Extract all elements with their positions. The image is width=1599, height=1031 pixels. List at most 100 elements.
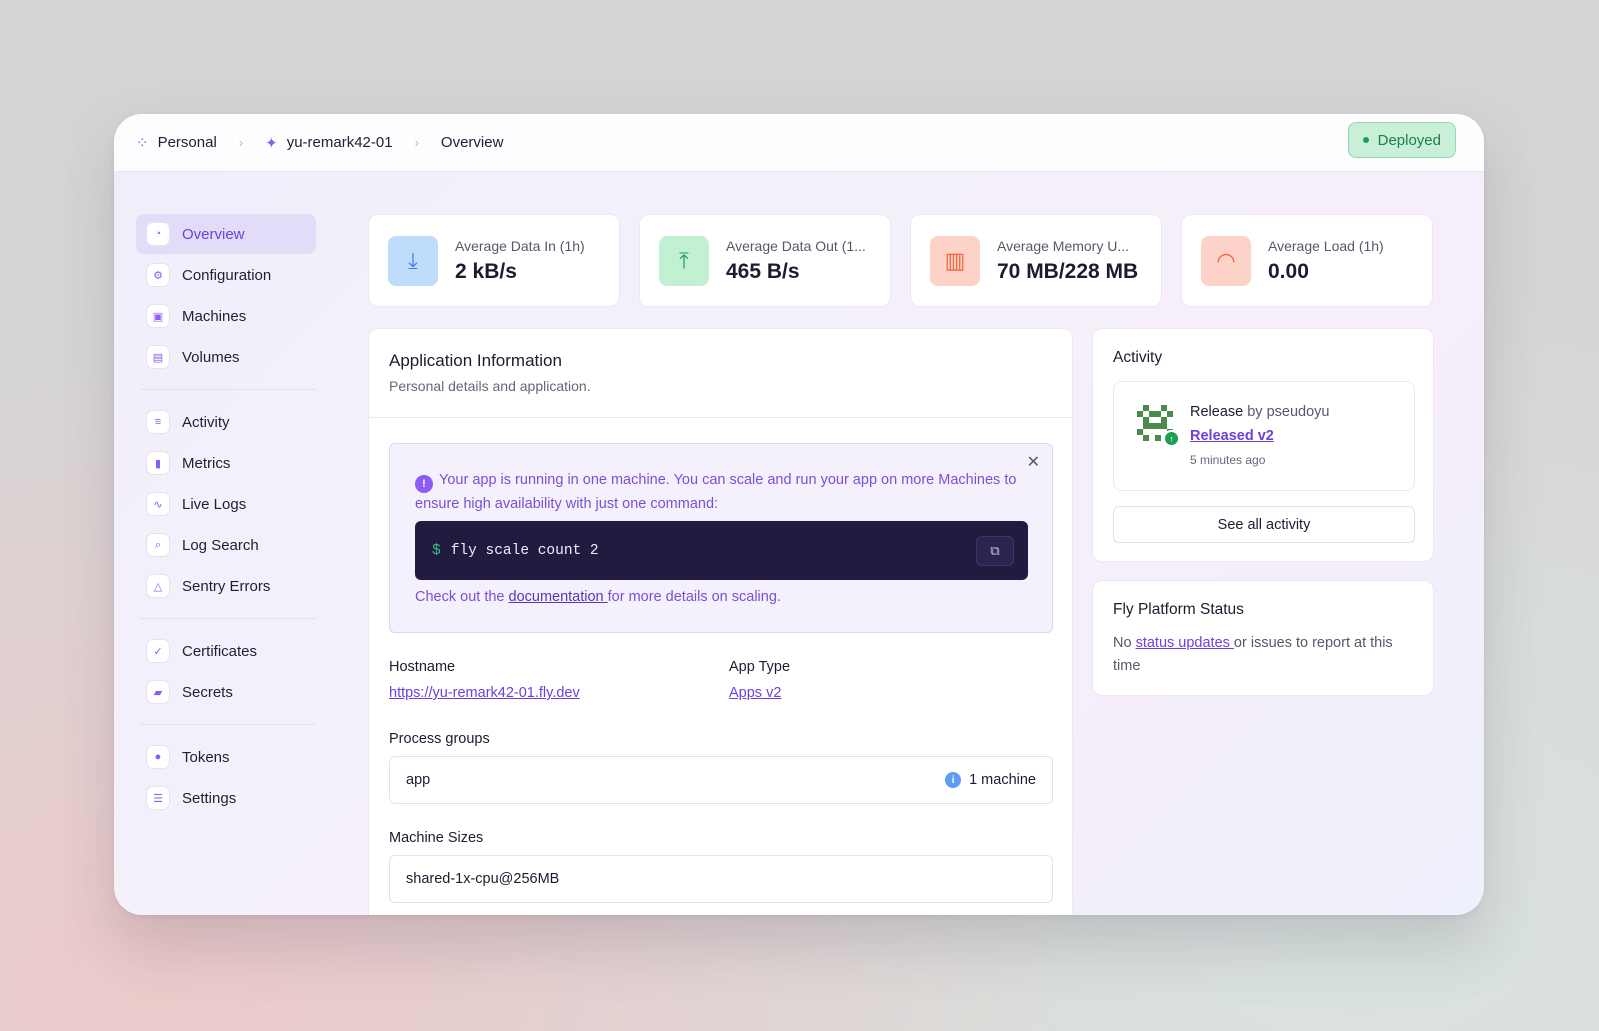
notice-message: Your app is running in one machine. You … bbox=[415, 472, 1017, 512]
sidebar-item-configuration[interactable]: ⚙ Configuration bbox=[136, 255, 316, 295]
org-dots-icon: ⁘ bbox=[136, 134, 149, 152]
sidebar-item-secrets[interactable]: ▰ Secrets bbox=[136, 672, 316, 712]
sidebar-item-sentry-errors[interactable]: △ Sentry Errors bbox=[136, 566, 316, 606]
status-updates-link[interactable]: status updates bbox=[1136, 635, 1234, 651]
overview-icon: ◔ bbox=[146, 222, 170, 246]
documentation-link[interactable]: documentation bbox=[509, 589, 608, 605]
release-item: ↑ Release by pseudoyu Released v2 5 minu… bbox=[1113, 381, 1415, 491]
notice-footer-after: for more details on scaling. bbox=[607, 589, 781, 605]
command-block: $ fly scale count 2 ⧉ bbox=[415, 521, 1028, 580]
hostname-link[interactable]: https://yu-remark42-01.fly.dev bbox=[389, 685, 580, 701]
stat-text: Average Data Out (1... 465 B/s bbox=[726, 238, 886, 284]
stat-text: Average Data In (1h) 2 kB/s bbox=[455, 238, 615, 284]
process-group-row: app i 1 machine bbox=[389, 756, 1053, 804]
search-icon: ⌕ bbox=[146, 533, 170, 557]
avatar: ↑ bbox=[1137, 405, 1180, 447]
process-group-count: i 1 machine bbox=[945, 772, 1036, 788]
gauge-icon: ◠ bbox=[1201, 235, 1251, 286]
status-badge-label: Deployed bbox=[1377, 131, 1441, 149]
stat-text: Average Load (1h) 0.00 bbox=[1268, 238, 1428, 284]
machine-size-value: shared-1x-cpu@256MB bbox=[406, 871, 560, 887]
gear-icon: ⚙ bbox=[146, 263, 170, 287]
breadcrumb-org[interactable]: ⁘ Personal bbox=[136, 134, 217, 152]
release-by: by pseudoyu bbox=[1243, 404, 1330, 420]
release-time: 5 minutes ago bbox=[1190, 453, 1266, 467]
volume-icon: ▤ bbox=[146, 345, 170, 369]
sidebar-divider bbox=[140, 618, 316, 619]
sidebar-item-label: Machines bbox=[182, 307, 247, 325]
sidebar-item-label: Settings bbox=[182, 789, 237, 807]
status-badge: Deployed bbox=[1347, 122, 1456, 158]
download-icon: ⤓ bbox=[388, 235, 438, 286]
process-group-name: app bbox=[406, 772, 431, 788]
stat-label: Average Load (1h) bbox=[1268, 237, 1384, 254]
alert-icon: ! bbox=[415, 475, 433, 493]
copy-icon: ⧉ bbox=[990, 543, 1000, 559]
close-icon[interactable]: ✕ bbox=[1027, 452, 1040, 472]
stat-label: Average Data Out (1... bbox=[726, 237, 866, 254]
breadcrumb-app-label: yu-remark42-01 bbox=[286, 134, 393, 151]
sidebar-item-label: Secrets bbox=[182, 683, 233, 701]
card-title: Application Information bbox=[389, 351, 562, 370]
stat-value: 0.00 bbox=[1268, 259, 1309, 283]
see-all-activity-button[interactable]: See all activity bbox=[1113, 506, 1415, 543]
platform-status-text: No status updates or issues to report at… bbox=[1113, 632, 1418, 678]
platform-status-card: Fly Platform Status No status updates or… bbox=[1092, 580, 1434, 696]
machine-size-row: shared-1x-cpu@256MB bbox=[389, 855, 1053, 903]
copy-button[interactable]: ⧉ bbox=[976, 536, 1014, 566]
release-author: Release by pseudoyu bbox=[1190, 404, 1329, 420]
sidebar-item-label: Live Logs bbox=[182, 495, 247, 513]
stat-value: 70 MB/228 MB bbox=[997, 259, 1139, 283]
notice-text: ! Your app is running in one machine. You… bbox=[415, 469, 1025, 516]
application-information-card: Application Information Personal details… bbox=[368, 328, 1073, 915]
sidebar-item-label: Configuration bbox=[182, 266, 272, 284]
card-subtitle: Personal details and application. bbox=[389, 378, 591, 394]
notice-footer-before: Check out the bbox=[415, 589, 509, 605]
stat-value: 2 kB/s bbox=[455, 259, 517, 283]
chevron-right-icon: › bbox=[238, 135, 244, 150]
hostname-label: Hostname bbox=[389, 659, 456, 675]
bar-chart-icon: ▮ bbox=[146, 451, 170, 475]
command-text[interactable]: fly scale count 2 bbox=[451, 543, 599, 559]
breadcrumb-app[interactable]: ✦ yu-remark42-01 bbox=[265, 134, 392, 152]
sidebar-item-tokens[interactable]: ● Tokens bbox=[136, 737, 316, 777]
sparkle-icon: ✦ bbox=[265, 134, 278, 152]
sidebar-item-label: Activity bbox=[182, 413, 230, 431]
chevron-right-icon: › bbox=[414, 135, 419, 150]
stat-card: ◠ Average Load (1h) 0.00 bbox=[1181, 214, 1433, 307]
upload-icon: ⤒ bbox=[659, 235, 709, 286]
sidebar-item-activity[interactable]: ≡ Activity bbox=[136, 402, 316, 442]
breadcrumb-org-label: Personal bbox=[157, 134, 217, 151]
breadcrumb-page-label: Overview bbox=[440, 134, 504, 151]
app-window: ⁘ Personal › ✦ yu-remark42-01 › Overview… bbox=[114, 114, 1484, 915]
chip-icon: ▣ bbox=[146, 304, 170, 328]
sidebar-item-label: Metrics bbox=[182, 454, 231, 472]
release-kind: Release bbox=[1190, 404, 1244, 420]
breadcrumb-page: Overview bbox=[441, 134, 504, 151]
settings-toggle-icon: ☰ bbox=[146, 786, 170, 810]
sidebar-divider bbox=[140, 724, 316, 725]
sidebar-item-certificates[interactable]: ✓ Certificates bbox=[136, 631, 316, 671]
stat-label: Average Memory U... bbox=[997, 237, 1130, 254]
notice-footer: Check out the documentation for more det… bbox=[415, 589, 781, 605]
release-link[interactable]: Released v2 bbox=[1190, 428, 1274, 444]
certificate-icon: ✓ bbox=[146, 639, 170, 663]
platform-status-title: Fly Platform Status bbox=[1113, 601, 1244, 618]
sidebar-item-overview[interactable]: ◔ Overview bbox=[136, 214, 316, 254]
stat-card: ⤒ Average Data Out (1... 465 B/s bbox=[639, 214, 891, 307]
pulse-icon: ∿ bbox=[146, 492, 170, 516]
sidebar-item-log-search[interactable]: ⌕ Log Search bbox=[136, 525, 316, 565]
sidebar-item-volumes[interactable]: ▤ Volumes bbox=[136, 337, 316, 377]
sidebar-item-settings[interactable]: ☰ Settings bbox=[136, 778, 316, 818]
sidebar-item-machines[interactable]: ▣ Machines bbox=[136, 296, 316, 336]
stat-text: Average Memory U... 70 MB/228 MB bbox=[997, 238, 1157, 284]
sidebar: ◔ Overview ⚙ Configuration ▣ Machines ▤ Volumes… bbox=[136, 214, 316, 819]
info-icon: i bbox=[945, 772, 962, 788]
sidebar-item-metrics[interactable]: ▮ Metrics bbox=[136, 443, 316, 483]
activity-icon: ≡ bbox=[146, 410, 170, 434]
sidebar-item-live-logs[interactable]: ∿ Live Logs bbox=[136, 484, 316, 524]
app-type-link[interactable]: Apps v2 bbox=[729, 685, 781, 701]
card-header: Application Information Personal details… bbox=[369, 329, 1072, 418]
status-dot-icon bbox=[1362, 137, 1369, 143]
machine-sizes-label: Machine Sizes bbox=[389, 830, 484, 846]
